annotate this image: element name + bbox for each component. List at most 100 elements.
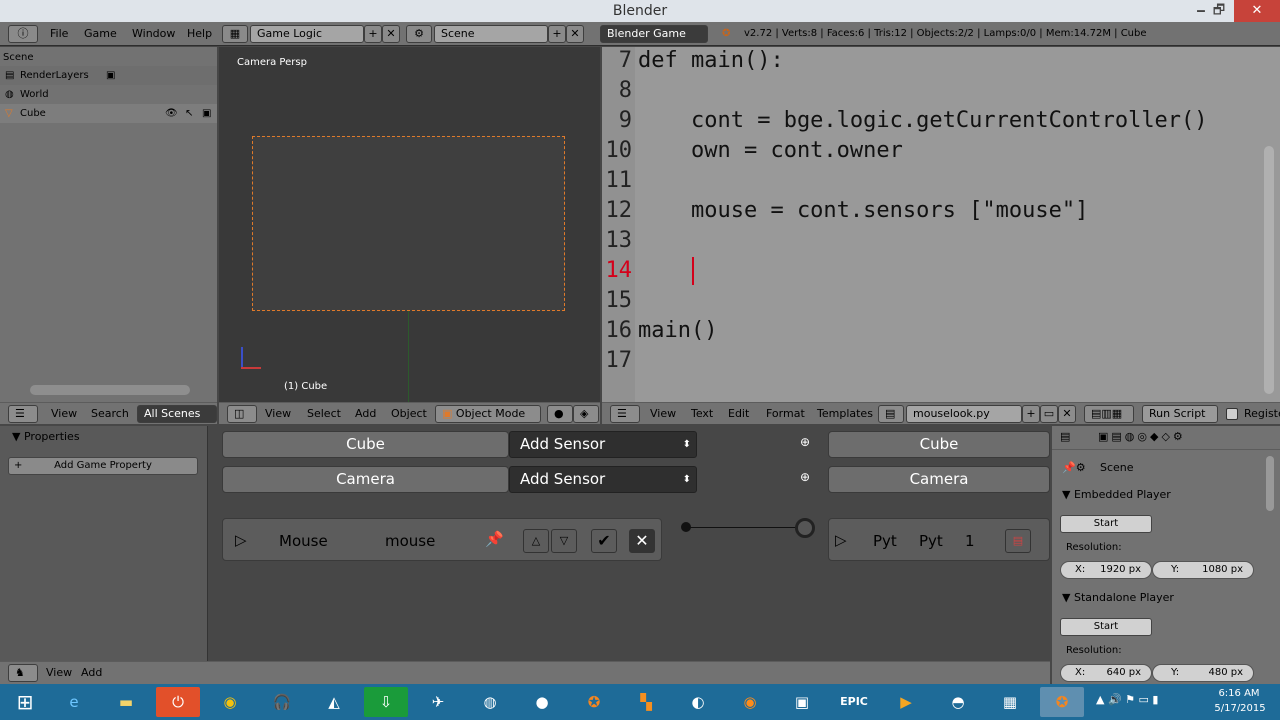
expand-triangle-icon[interactable]: ▷ xyxy=(235,531,247,549)
menu-file[interactable]: File xyxy=(50,27,68,40)
clock-time[interactable]: 6:16 AM xyxy=(1214,688,1264,699)
epic-games-icon[interactable]: EPIC xyxy=(832,687,876,717)
headphones-icon[interactable]: 🎧 xyxy=(260,687,304,717)
unlink-text-icon[interactable]: ✕ xyxy=(1058,405,1076,423)
download-app-icon[interactable]: ⇩ xyxy=(364,687,408,717)
screen-layout-field[interactable]: Game Logic xyxy=(250,25,364,43)
outliner-item-renderlayers[interactable]: ▤ RenderLayers ▣ xyxy=(0,66,217,85)
expand-triangle-icon[interactable]: ▷ xyxy=(835,531,847,549)
sphere-app-icon[interactable]: ◍ xyxy=(468,687,512,717)
eye-icon[interactable]: 👁 xyxy=(165,104,178,123)
bird-app-icon[interactable]: ✈ xyxy=(416,687,460,717)
file-explorer-icon[interactable]: ▬ xyxy=(104,687,148,717)
code-line[interactable]: own = cont.owner xyxy=(638,138,903,163)
scene-field[interactable]: Scene xyxy=(434,25,548,43)
run-script-button[interactable]: Run Script xyxy=(1142,405,1218,423)
close-button[interactable]: ✕ xyxy=(1234,0,1280,22)
properties-editor-icon[interactable]: ▤ xyxy=(1060,430,1070,443)
firefox-icon[interactable]: ◉ xyxy=(728,687,772,717)
blender-active-icon[interactable]: ✪ xyxy=(1040,687,1084,717)
embedded-player-panel[interactable]: ▼ Embedded Player xyxy=(1062,488,1171,501)
scene-icon[interactable]: ⚙ xyxy=(406,25,432,43)
gimp-icon[interactable]: ◓ xyxy=(936,687,980,717)
add-sensor-select-cube[interactable]: Add Sensor ⬍ xyxy=(509,431,697,458)
context-tab-icons[interactable]: ▣▤◍◎◆◇⚙ xyxy=(1098,430,1186,443)
render-engine-select[interactable]: Blender Game xyxy=(600,25,708,43)
standalone-start-button[interactable]: Start xyxy=(1060,618,1152,636)
link-plus-icon[interactable]: ⊕ xyxy=(800,435,810,449)
move-down-icon[interactable]: ▽ xyxy=(551,529,577,553)
maximize-button[interactable]: 🗗 xyxy=(1200,0,1238,22)
outliner-scene[interactable]: Scene xyxy=(0,48,217,67)
shading-icon[interactable]: ● xyxy=(547,405,573,423)
script-icon[interactable]: ▤ xyxy=(1005,529,1031,553)
viewport-select-menu[interactable]: Select xyxy=(307,405,341,423)
controller-type[interactable]: Pyt xyxy=(873,532,897,550)
outliner-item-world[interactable]: ◍ World xyxy=(0,85,217,104)
remote-desktop-icon[interactable]: ▣ xyxy=(780,687,824,717)
sensor-object-cube[interactable]: Cube xyxy=(222,431,509,458)
internet-explorer-icon[interactable]: e xyxy=(52,687,96,717)
clock-date[interactable]: 5/17/2015 xyxy=(1212,703,1268,714)
outliner-search-menu[interactable]: Search xyxy=(91,405,129,423)
text-file-field[interactable]: mouselook.py xyxy=(906,405,1022,423)
pin-icon[interactable]: 📌 xyxy=(485,530,504,548)
editor-type-icon[interactable]: ⓘ xyxy=(8,25,38,43)
new-text-icon[interactable]: + xyxy=(1022,405,1040,423)
text-datablock-icon[interactable]: ▤ xyxy=(878,405,904,423)
mouse-sensor-brick[interactable]: ▷ Mouse mouse 📌 △ ▽ ✔ ✕ xyxy=(222,518,662,561)
text-format-menu[interactable]: Format xyxy=(766,405,805,423)
outliner-scrollbar[interactable] xyxy=(30,385,190,395)
outliner-view-menu[interactable]: View xyxy=(51,405,77,423)
power-app-icon[interactable]: ⏻ xyxy=(156,687,200,717)
code-line[interactable]: mouse = cont.sensors ["mouse"] xyxy=(638,198,1088,223)
media-player-icon[interactable]: ▶ xyxy=(884,687,928,717)
logic-add-menu[interactable]: Add xyxy=(81,664,102,682)
sketchbook-icon[interactable]: ▚ xyxy=(624,687,668,717)
logic-view-menu[interactable]: View xyxy=(46,664,72,682)
remove-scene-icon[interactable]: ✕ xyxy=(566,25,584,43)
pivot-icon[interactable]: ◈ xyxy=(573,405,599,423)
python-controller-brick[interactable]: ▷ Pyt Pyt 1 ▤ xyxy=(828,518,1050,561)
start-button-icon[interactable]: ⊞ xyxy=(3,687,47,717)
system-tray-icons[interactable]: ▲ 🔊 ⚑ ▭ ▮ xyxy=(1096,693,1158,706)
standalone-res-x[interactable]: X: 640 px xyxy=(1060,664,1152,682)
logic-editor-icon[interactable]: ♞ xyxy=(8,664,38,682)
controller-priority[interactable]: 1 xyxy=(965,532,975,550)
add-sensor-select-camera[interactable]: Add Sensor ⬍ xyxy=(509,466,697,493)
properties-scrollbar[interactable] xyxy=(1266,456,1274,511)
text-editor-icon[interactable]: ☰ xyxy=(610,405,640,423)
viewport-view-menu[interactable]: View xyxy=(265,405,291,423)
code-line[interactable]: def main(): xyxy=(638,48,784,73)
open-folder-icon[interactable]: ▭ xyxy=(1040,405,1058,423)
sensor-object-camera[interactable]: Camera xyxy=(222,466,509,493)
calculator-icon[interactable]: ▦ xyxy=(988,687,1032,717)
menu-window[interactable]: Window xyxy=(132,27,175,40)
sensor-type[interactable]: Mouse xyxy=(279,532,328,550)
eclipse-icon[interactable]: ◐ xyxy=(676,687,720,717)
controller-link-socket[interactable] xyxy=(795,518,815,538)
camera-render-icon[interactable]: ▣ xyxy=(202,104,211,123)
unity-icon[interactable]: ◭ xyxy=(312,687,356,717)
move-up-icon[interactable]: △ xyxy=(523,529,549,553)
embedded-res-y[interactable]: Y: 1080 px xyxy=(1152,561,1254,579)
text-scrollbar[interactable] xyxy=(1264,146,1274,394)
controller-name[interactable]: Pyt xyxy=(919,532,943,550)
outliner-display-select[interactable]: All Scenes xyxy=(137,405,217,423)
text-templates-menu[interactable]: Templates xyxy=(817,405,873,423)
remove-layout-icon[interactable]: ✕ xyxy=(382,25,400,43)
register-checkbox[interactable] xyxy=(1226,408,1238,420)
chrome-icon[interactable]: ◉ xyxy=(208,687,252,717)
add-game-property-button[interactable]: + Add Game Property xyxy=(8,457,198,475)
active-checkbox-icon[interactable]: ✔ xyxy=(591,529,617,553)
menu-game[interactable]: Game xyxy=(84,27,117,40)
code-line[interactable]: cont = bge.logic.getCurrentController() xyxy=(638,108,1208,133)
text-text-menu[interactable]: Text xyxy=(691,405,713,423)
text-view-menu[interactable]: View xyxy=(650,405,676,423)
outliner-editor-icon[interactable]: ☰ xyxy=(8,405,38,423)
obs-icon[interactable]: ● xyxy=(520,687,564,717)
controller-object-cube[interactable]: Cube xyxy=(828,431,1050,458)
viewport-editor-icon[interactable]: ◫ xyxy=(227,405,257,423)
mode-select[interactable]: ▣ Object Mode xyxy=(435,405,541,423)
cursor-icon[interactable]: ↖ xyxy=(185,104,193,123)
